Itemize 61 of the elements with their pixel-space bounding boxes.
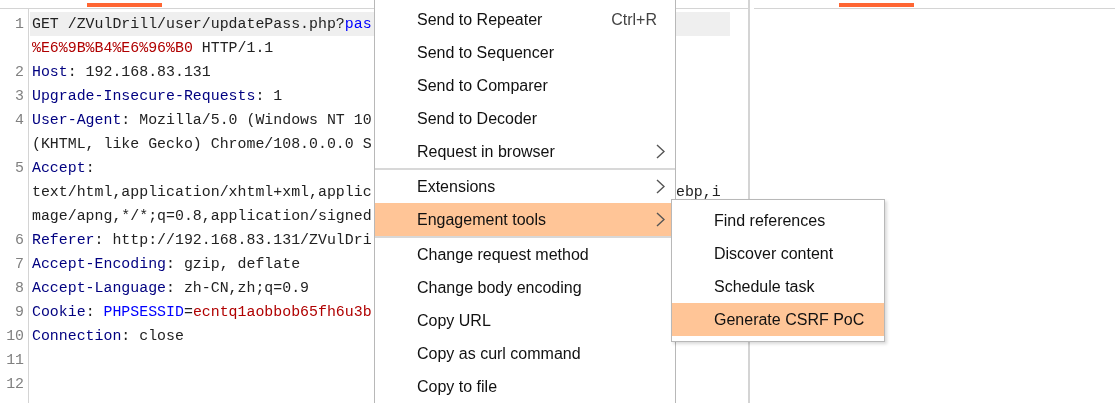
line-number: 2 bbox=[14, 64, 24, 80]
header-name: Accept-Encoding bbox=[32, 256, 167, 272]
menu-item-label: Send to Sequencer bbox=[417, 43, 555, 62]
menu-item-label: Send to Repeater bbox=[417, 10, 544, 29]
code-text: text/html,application/xhtml+xml,applic bbox=[32, 184, 372, 200]
line-number: 10 bbox=[5, 328, 24, 344]
line-number: 3 bbox=[14, 88, 24, 104]
menu-item-label: Send to Comparer bbox=[417, 76, 549, 95]
menu-item-label: Send to Decoder bbox=[417, 109, 539, 128]
encoded-value: %E6%9B%B4%E6%96%B0 bbox=[32, 40, 193, 56]
header-name: Connection bbox=[32, 328, 122, 344]
menu-item[interactable]: Generate CSRF PoC bbox=[672, 303, 884, 336]
code-text: : zh-CN,zh;q=0.9 bbox=[166, 280, 310, 296]
code-text: (KHTML, like Gecko) Chrome/108.0.0.0 S bbox=[32, 136, 372, 152]
menu-item-label: Copy to file bbox=[417, 377, 499, 396]
code-text: = bbox=[183, 304, 193, 320]
chevron-right-icon bbox=[656, 179, 665, 194]
line-number: 5 bbox=[14, 160, 24, 176]
code-text: ebp,i bbox=[676, 184, 721, 200]
code-text: : bbox=[85, 304, 96, 320]
code-text: : 192.168.83.131 bbox=[67, 64, 211, 80]
code-text: : Mozilla/5.0 (Windows NT 10 bbox=[121, 112, 372, 128]
line-number: 1 bbox=[14, 16, 24, 32]
code-text: : bbox=[85, 160, 95, 176]
line-number: 9 bbox=[14, 304, 24, 320]
menu-item-label: Request in browser bbox=[417, 142, 556, 161]
code-text: : close bbox=[121, 328, 184, 344]
chevron-right-icon bbox=[656, 144, 665, 159]
line-number: 4 bbox=[14, 112, 24, 128]
header-name: User-Agent bbox=[32, 112, 122, 128]
menu-item-label: Copy as curl command bbox=[417, 344, 582, 363]
code-text: : 1 bbox=[255, 88, 283, 104]
code-text: : gzip, deflate bbox=[166, 256, 301, 272]
parameter-name: pas bbox=[344, 16, 372, 32]
line-number: 6 bbox=[14, 232, 24, 248]
chevron-right-icon bbox=[656, 212, 665, 227]
line-number: 8 bbox=[14, 280, 24, 296]
header-name: Host bbox=[32, 64, 68, 80]
line-number: 11 bbox=[5, 352, 24, 368]
menu-item-label: Engagement tools bbox=[417, 210, 547, 229]
header-name: Accept-Language bbox=[32, 280, 167, 296]
code-text: mage/apng,*/*;q=0.8,application/signed bbox=[32, 208, 372, 224]
menu-item-label: Extensions bbox=[417, 177, 497, 196]
shortcut-label: Ctrl+R bbox=[611, 10, 657, 29]
header-name: Accept bbox=[32, 160, 86, 176]
menu-item[interactable]: Discover content bbox=[672, 237, 884, 270]
parameter-name: PHPSESSID bbox=[103, 304, 184, 320]
menu-item[interactable]: Schedule task bbox=[672, 270, 884, 303]
code-text: : http://192.168.83.131/ZVulDri bbox=[94, 232, 372, 248]
header-name: Referer bbox=[32, 232, 95, 248]
menu-item-label: Change body encoding bbox=[417, 278, 583, 297]
line-number: 7 bbox=[14, 256, 24, 272]
encoded-value: ecntq1aobbob65fh6u3b bbox=[192, 304, 372, 320]
code-text: GET /ZVulDrill/user/updatePass.php? bbox=[32, 16, 345, 32]
code-text: HTTP/1.1 bbox=[200, 40, 274, 56]
menu-item-label: Change request method bbox=[417, 245, 590, 264]
header-name: Upgrade-Insecure-Requests bbox=[32, 88, 256, 104]
line-number: 12 bbox=[5, 376, 24, 392]
header-name: Cookie bbox=[32, 304, 86, 320]
menu-item-label: Copy URL bbox=[417, 311, 492, 330]
menu-item[interactable]: Find references bbox=[672, 204, 884, 237]
